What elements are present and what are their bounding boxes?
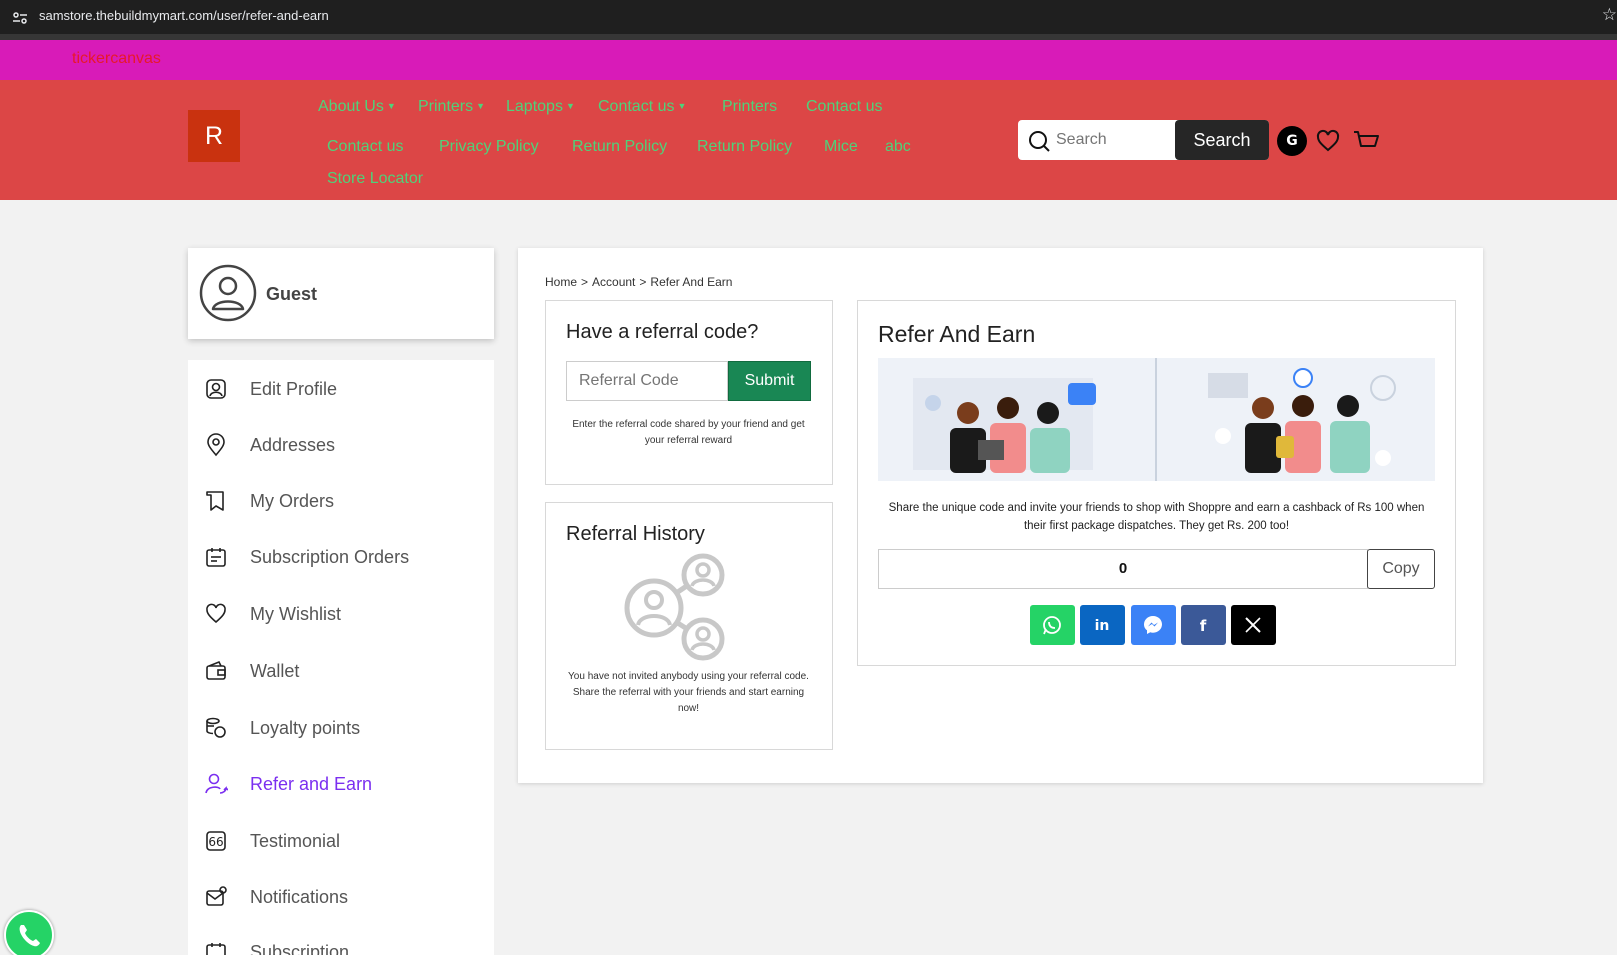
referral-code-display[interactable]: 0 [878, 549, 1368, 589]
browser-bar: samstore.thebuildmymart.com/user/refer-a… [0, 0, 1617, 40]
main-content: Home > Account > Refer And Earn Have a refer… [518, 248, 1483, 783]
referral-help-text: Enter the referral code shared by your f… [572, 419, 805, 446]
referral-history-title: Referral History [566, 523, 705, 545]
account-menu: Edit Profile Addresses My Orders Subscri… [188, 360, 494, 955]
ticker-bar: tickercanvas [0, 40, 1617, 80]
nav-mice[interactable]: Mice [824, 138, 858, 156]
ticker-text: tickercanvas [72, 50, 161, 67]
location-pin-icon [207, 433, 225, 457]
whatsapp-icon [19, 925, 40, 947]
sidebar-item-my-wishlist[interactable]: My Wishlist [188, 588, 494, 638]
nav-laptops-menu[interactable]: Laptops ▼ [506, 98, 575, 116]
sidebar-item-wallet[interactable]: Wallet [188, 645, 494, 695]
search-input[interactable] [1056, 128, 1166, 152]
user-name: Guest [266, 284, 318, 304]
linkedin-icon: in [1095, 618, 1110, 634]
refer-description: Share the unique code and invite your fr… [888, 502, 1425, 532]
share-facebook-button[interactable]: f [1181, 605, 1226, 645]
user-square-icon [206, 379, 226, 399]
address-bar[interactable]: samstore.thebuildmymart.com/user/refer-a… [39, 8, 329, 23]
referral-history-empty-text: You have not invited anybody using your … [568, 671, 809, 714]
sidebar-item-refer-and-earn[interactable]: Refer and Earn [188, 758, 494, 808]
referral-code-input[interactable] [566, 361, 728, 401]
svg-text:in: in [1095, 618, 1110, 634]
sidebar-item-testimonial[interactable]: 66 Testimonial [188, 815, 494, 865]
share-linkedin-button[interactable]: in [1080, 605, 1125, 645]
sidebar-item-addresses[interactable]: Addresses [188, 419, 494, 469]
site-settings-icon[interactable] [12, 10, 28, 26]
whatsapp-chat-button[interactable] [4, 910, 54, 955]
nav-contact-us[interactable]: Contact us [806, 98, 882, 116]
share-x-button[interactable] [1231, 605, 1276, 645]
refer-user-icon [205, 773, 228, 794]
heart-icon [206, 603, 226, 624]
search-icon [1029, 131, 1050, 152]
nav-return-policy[interactable]: Return Policy [572, 138, 667, 156]
whatsapp-icon [1043, 616, 1061, 635]
sidebar-item-edit-profile[interactable]: Edit Profile [188, 363, 494, 413]
store-logo[interactable]: R [188, 110, 240, 162]
chevron-down-icon: ▼ [386, 101, 396, 111]
chevron-down-icon: ▼ [565, 101, 575, 111]
sidebar-item-my-orders[interactable]: My Orders [188, 475, 494, 525]
breadcrumb-current: Refer And Earn [650, 275, 733, 289]
sidebar-item-notifications[interactable]: Notifications [188, 871, 494, 921]
calendar-icon [206, 943, 226, 955]
cart-icon[interactable] [1352, 128, 1380, 154]
profile-card: Guest [188, 248, 494, 339]
refer-and-earn-title: Refer And Earn [878, 321, 1036, 347]
sidebar-item-subscription-orders[interactable]: Subscription Orders [188, 531, 494, 581]
sidebar-item-loyalty-points[interactable]: Loyalty points [188, 702, 494, 752]
user-account-icon[interactable]: G [1277, 126, 1307, 156]
coins-icon [206, 717, 226, 738]
refer-illustration [878, 358, 1435, 481]
nav-printers[interactable]: Printers [722, 98, 777, 116]
messenger-icon [1144, 616, 1162, 634]
share-messenger-button[interactable] [1131, 605, 1176, 645]
svg-text:f: f [1200, 617, 1207, 635]
nav-privacy-policy[interactable]: Privacy Policy [439, 138, 539, 156]
chevron-down-icon: ▼ [677, 101, 687, 111]
wallet-icon [206, 660, 226, 680]
refer-and-earn-panel: Refer And Earn Share the unique code and… [857, 300, 1456, 666]
nav-about-us[interactable]: About Us ▼ [318, 98, 396, 116]
sidebar-item-subscription[interactable]: Subscription [188, 926, 494, 955]
x-icon [1245, 617, 1261, 633]
referral-code-title: Have a referral code? [566, 321, 759, 343]
nav-printers-menu[interactable]: Printers ▼ [418, 98, 485, 116]
copy-code-button[interactable]: Copy [1367, 549, 1435, 589]
notification-mail-icon [206, 886, 227, 906]
chevron-down-icon: ▼ [476, 101, 486, 111]
share-whatsapp-button[interactable] [1030, 605, 1075, 645]
avatar-icon [199, 264, 257, 322]
breadcrumb: Home > Account > Refer And Earn [545, 275, 733, 289]
nav-abc[interactable]: abc [885, 138, 911, 156]
svg-text:66: 66 [208, 835, 223, 849]
nav-contact-us-2[interactable]: Contact us [327, 138, 403, 156]
nav-return-policy-2[interactable]: Return Policy [697, 138, 792, 156]
referral-code-panel: Have a referral code? Submit Enter the r… [545, 300, 833, 485]
bookmark-star-icon[interactable]: ☆ [1602, 5, 1617, 25]
calendar-icon [206, 548, 226, 567]
wishlist-heart-icon[interactable] [1316, 129, 1340, 153]
submit-referral-button[interactable]: Submit [728, 361, 811, 401]
breadcrumb-home[interactable]: Home [545, 275, 577, 289]
nav-store-locator[interactable]: Store Locator [327, 170, 423, 188]
receipt-icon [206, 491, 224, 511]
referral-network-icon [624, 553, 725, 661]
facebook-icon: f [1200, 617, 1207, 635]
search-button[interactable]: Search [1175, 120, 1269, 160]
breadcrumb-account[interactable]: Account [592, 275, 635, 289]
referral-history-panel: Referral History You have not invited an… [545, 502, 833, 750]
nav-contact-menu[interactable]: Contact us ▼ [598, 98, 686, 116]
quote-icon: 66 [206, 831, 226, 851]
site-header: R About Us ▼ Printers ▼ Laptops ▼ Contact u… [0, 80, 1617, 200]
